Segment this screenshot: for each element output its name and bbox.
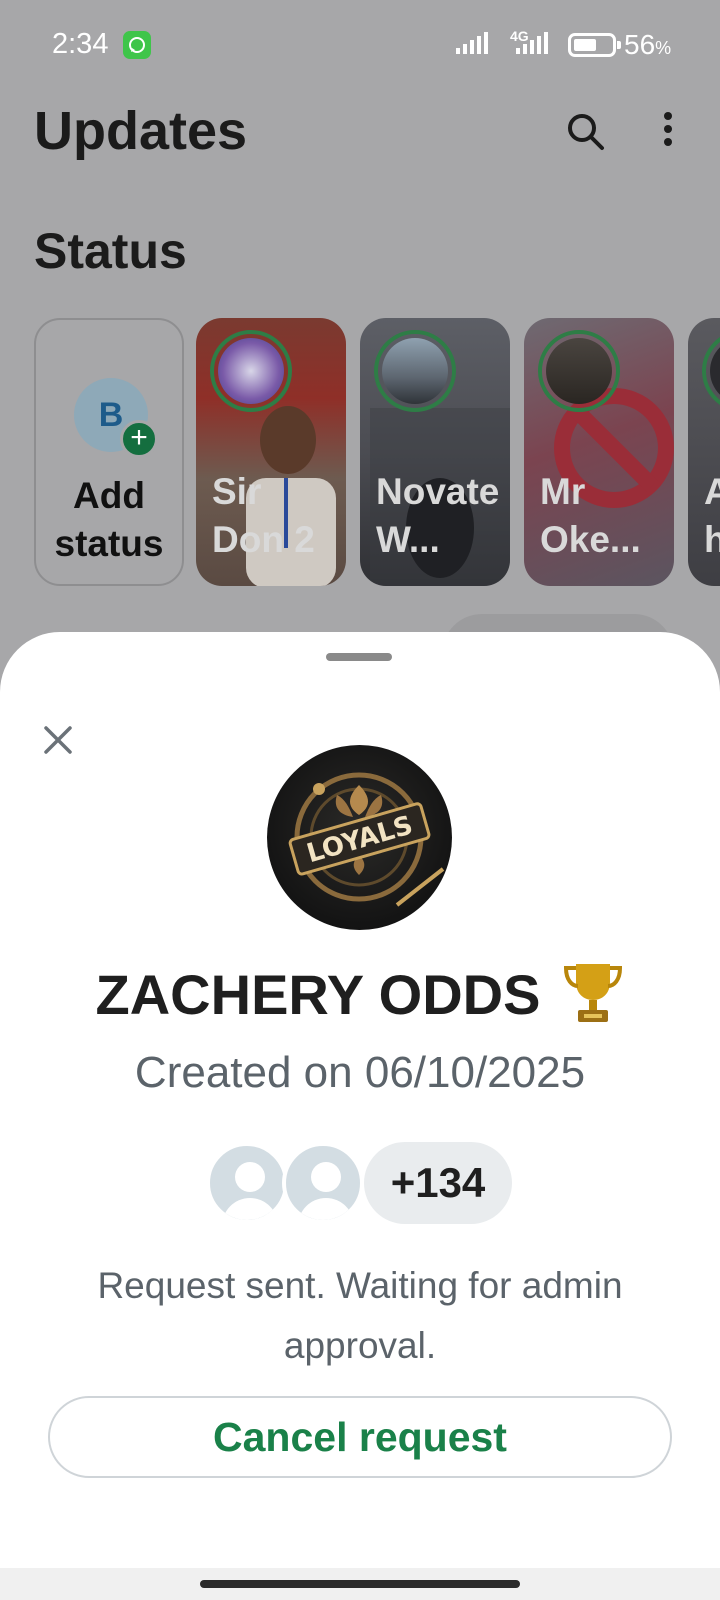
status-ring [538, 330, 620, 412]
battery-icon [568, 33, 621, 57]
clock: 2:34 [52, 28, 109, 60]
battery-percent: 56% [624, 29, 672, 60]
add-status-label: Add status [54, 475, 164, 564]
channel-preview-sheet: LOYALS ZACHERY ODDS Created on 06/10/202… [0, 632, 720, 1600]
status-tile-name: Sir Don 2 [212, 471, 315, 560]
add-status-tile[interactable]: B + Add status [34, 318, 184, 586]
status-tile[interactable]: Sir Don 2 [196, 318, 346, 586]
status-ring [374, 330, 456, 412]
status-tile-name: Mr Oke... [540, 471, 641, 560]
status-tile[interactable]: Novate W... [360, 318, 510, 586]
channel-name: ZACHERY ODDS [0, 962, 720, 1032]
followers-preview: +134 [206, 1142, 516, 1224]
status-tile[interactable]: Mr Oke... [524, 318, 674, 586]
drag-handle[interactable] [326, 653, 392, 661]
follower-avatar [206, 1142, 288, 1224]
status-ring [210, 330, 292, 412]
status-tile[interactable]: A h [688, 318, 720, 586]
whatsapp-icon [123, 31, 151, 59]
follower-avatar [282, 1142, 364, 1224]
signal-icon-2 [516, 32, 548, 54]
page-title: Updates [34, 101, 248, 161]
signal-icon [456, 32, 488, 54]
gesture-bar [0, 1568, 720, 1600]
close-icon[interactable] [40, 722, 76, 758]
home-indicator[interactable] [200, 1580, 520, 1588]
cancel-request-button[interactable]: Cancel request [48, 1396, 672, 1478]
more-vert-icon[interactable] [660, 112, 676, 152]
request-status-message: Request sent. Waiting for admin approval… [97, 1265, 623, 1366]
status-tile-name: A h [704, 471, 720, 560]
status-tile-name: Novate W... [376, 471, 500, 560]
status-section-title: Status [34, 223, 187, 279]
loyals-logo: LOYALS [288, 772, 445, 907]
status-bar: 2:34 4G 56% [0, 0, 720, 90]
channel-avatar: LOYALS [267, 745, 452, 930]
search-icon[interactable] [564, 110, 608, 154]
created-date: Created on 06/10/2025 [134, 1048, 586, 1097]
status-carousel: B + Add status Sir Don 2 Novate W... Mr … [34, 318, 720, 586]
add-plus-icon: + [120, 420, 158, 458]
follower-count-badge: +134 [364, 1142, 512, 1224]
trophy-icon [564, 964, 623, 1023]
